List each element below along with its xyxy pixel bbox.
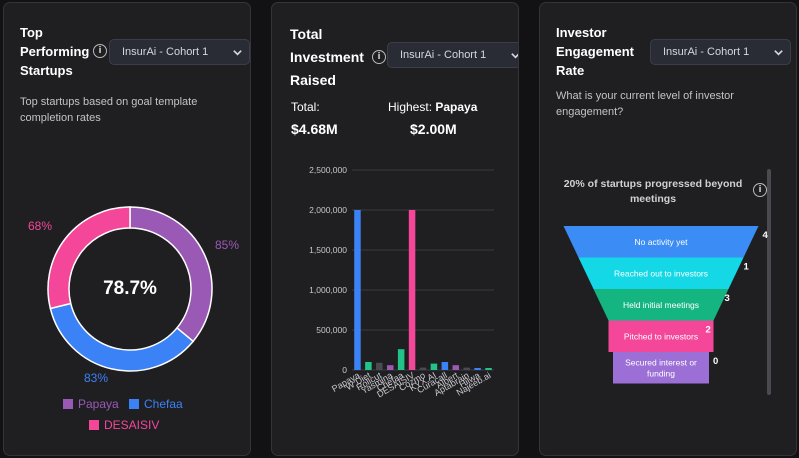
bar-kyx-ai[interactable] bbox=[430, 363, 438, 370]
highest-name: Papaya bbox=[435, 100, 478, 114]
bar-chefaa[interactable] bbox=[397, 349, 405, 370]
legend-swatch bbox=[89, 420, 99, 430]
bar-chart: 0 500,000 1,000,000 1,500,000 2,000,000 2,500… bbox=[309, 165, 494, 399]
funnel-stage-value: 2 bbox=[706, 325, 711, 336]
bar-papaya[interactable] bbox=[354, 210, 361, 370]
y-tick-label: 1,000,000 bbox=[309, 285, 347, 295]
funnel-stage-value: 3 bbox=[725, 293, 730, 304]
bar-curacall[interactable] bbox=[441, 362, 449, 370]
bar-albert[interactable] bbox=[452, 365, 460, 370]
chefaa-percent-label: 83% bbox=[84, 371, 109, 385]
funnel-stage-label: No activity yet bbox=[635, 237, 689, 247]
funnel-stage-value: 4 bbox=[763, 230, 769, 241]
cohort-select[interactable]: InsurAi - Cohort 1 bbox=[387, 42, 518, 68]
chevron-down-icon bbox=[233, 50, 242, 56]
funnel-stage-label: Held initial meetings bbox=[623, 300, 699, 310]
desaisiv-percent-label: 68% bbox=[28, 219, 53, 233]
bar-aptabrain[interactable] bbox=[463, 367, 470, 370]
cohort-select[interactable]: InsurAi - Cohort 1 bbox=[650, 39, 791, 65]
legend-item-papaya[interactable]: Papaya bbox=[63, 397, 119, 411]
bar-desaisiv[interactable] bbox=[408, 210, 416, 370]
bar-cozmo[interactable] bbox=[419, 367, 427, 370]
y-tick-label: 2,500,000 bbox=[309, 165, 347, 175]
y-tick-label: 2,000,000 bbox=[309, 205, 347, 215]
papaya-percent-label: 85% bbox=[215, 238, 240, 252]
info-icon[interactable]: i bbox=[372, 50, 386, 64]
card-subtitle: What is your current level of investor e… bbox=[556, 90, 734, 118]
highest-value: $2.00M bbox=[410, 121, 457, 137]
card-title: Total Investment Raised bbox=[290, 26, 364, 88]
bar-yasmina[interactable] bbox=[386, 365, 394, 370]
funnel-stage-label: Pitched to investors bbox=[624, 331, 698, 341]
bar-rollcut[interactable] bbox=[376, 362, 383, 370]
legend-swatch bbox=[129, 399, 139, 409]
total-label: Total: bbox=[291, 100, 320, 114]
info-icon[interactable]: i bbox=[93, 44, 107, 58]
legend-item-chefaa[interactable]: Chefaa bbox=[129, 397, 183, 411]
funnel-note: 20% of startups progressed beyond meetin… bbox=[563, 178, 743, 205]
investor-engagement-rate-card: Investor Engagement Rate InsurAi - Cohor… bbox=[539, 2, 797, 456]
y-tick-label: 500,000 bbox=[316, 325, 347, 335]
info-icon[interactable]: i bbox=[753, 183, 767, 197]
highest-label: Highest: Papaya bbox=[388, 100, 478, 114]
cohort-select[interactable]: InsurAi - Cohort 1 bbox=[109, 39, 250, 65]
top-performing-startups-card: Top Performing Startups i InsurAi - Coho… bbox=[3, 2, 251, 456]
funnel-stage-value: 1 bbox=[744, 262, 750, 273]
y-tick-label: 0 bbox=[342, 365, 347, 375]
funnel-stage-value: 0 bbox=[713, 356, 718, 367]
card-title: Investor Engagement Rate bbox=[556, 25, 635, 78]
card-subtitle: Top startups based on goal template comp… bbox=[20, 96, 198, 124]
center-value: 78.7% bbox=[103, 278, 157, 299]
funnel-stage-label: Reached out to investors bbox=[614, 268, 708, 278]
chevron-down-icon bbox=[511, 53, 518, 59]
chevron-down-icon bbox=[774, 50, 783, 56]
bar-w-diet[interactable] bbox=[365, 362, 372, 370]
funnel-stage-label: funding bbox=[647, 368, 675, 378]
total-value: $4.68M bbox=[291, 121, 338, 137]
total-investment-raised-card: Total Investment Raised i InsurAi - Coho… bbox=[271, 2, 519, 456]
donut-chart: 78.7% bbox=[46, 205, 214, 373]
legend-swatch bbox=[63, 399, 73, 409]
funnel-chart: No activity yet 4 Reached out to investors… bbox=[563, 226, 769, 384]
y-tick-label: 1,500,000 bbox=[309, 245, 347, 255]
funnel-stage-label: Secured interest or bbox=[625, 357, 697, 367]
card-title: Top Performing Startups bbox=[20, 25, 90, 78]
legend-item-desaisiv[interactable]: DESAISIV bbox=[89, 418, 159, 432]
